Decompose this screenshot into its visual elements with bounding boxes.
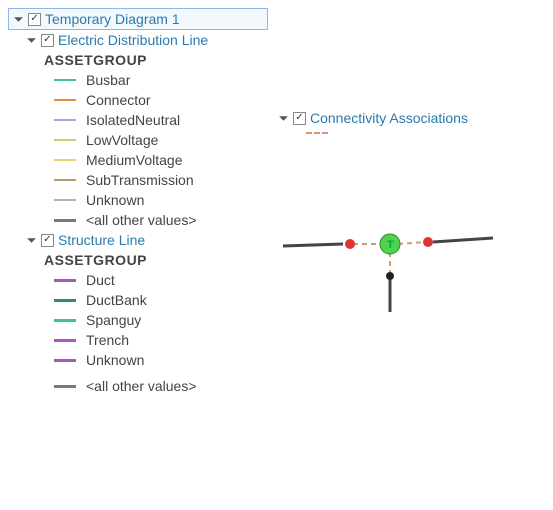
legend-label: Unknown	[86, 352, 144, 368]
legend-item[interactable]: IsolatedNeutral	[44, 110, 268, 130]
line-swatch	[54, 339, 76, 342]
line-swatch	[54, 179, 76, 181]
layer-label: Electric Distribution Line	[58, 32, 208, 48]
legend-item[interactable]: MediumVoltage	[44, 150, 268, 170]
legend-item[interactable]: LowVoltage	[44, 130, 268, 150]
legend-label: IsolatedNeutral	[86, 112, 180, 128]
layer-label: Structure Line	[58, 232, 145, 248]
tree-root-label: Temporary Diagram 1	[45, 11, 180, 27]
legend-item[interactable]: Busbar	[44, 70, 268, 90]
legend-label: Connector	[86, 92, 151, 108]
group-heading: ASSETGROUP	[44, 252, 147, 268]
legend-label: Spanguy	[86, 312, 141, 328]
group-heading: ASSETGROUP	[44, 52, 147, 68]
tree-root[interactable]: ✓ Temporary Diagram 1	[8, 8, 268, 30]
expand-icon[interactable]	[26, 235, 37, 246]
legend-item[interactable]: Duct	[44, 270, 268, 290]
checkbox[interactable]: ✓	[41, 234, 54, 247]
expand-icon[interactable]	[13, 14, 24, 25]
line-swatch	[54, 199, 76, 201]
legend-item-other[interactable]: <all other values>	[44, 210, 268, 230]
line-swatch	[54, 279, 76, 282]
legend-label: LowVoltage	[86, 132, 158, 148]
legend-sl: Duct DuctBank Spanguy Trench Unknown <al…	[8, 270, 268, 396]
legend-item[interactable]: Trench	[44, 330, 268, 350]
node-letter: T	[387, 239, 394, 251]
legend-item-other[interactable]: <all other values>	[44, 376, 268, 396]
line-swatch	[54, 119, 76, 121]
layer-structure-line[interactable]: ✓ Structure Line	[8, 230, 268, 250]
line-swatch	[54, 299, 76, 302]
legend-label: Unknown	[86, 192, 144, 208]
legend-label: SubTransmission	[86, 172, 194, 188]
line-swatch	[54, 359, 76, 362]
line-swatch	[54, 219, 76, 222]
legend-item[interactable]: Connector	[44, 90, 268, 110]
layer-tree: ✓ Temporary Diagram 1 ✓ Electric Distrib…	[8, 8, 268, 396]
legend-label: Duct	[86, 272, 115, 288]
legend-label: Trench	[86, 332, 129, 348]
legend-item[interactable]: DuctBank	[44, 290, 268, 310]
associations-panel: ✓ Connectivity Associations T	[278, 8, 545, 317]
expand-icon[interactable]	[278, 113, 289, 124]
legend-item[interactable]: Unknown	[44, 350, 268, 370]
legend-label: Busbar	[86, 72, 130, 88]
legend-item[interactable]: Unknown	[44, 190, 268, 210]
dashed-line-swatch	[306, 132, 328, 134]
checkbox[interactable]: ✓	[293, 112, 306, 125]
line-swatch	[54, 385, 76, 388]
legend-item[interactable]: SubTransmission	[44, 170, 268, 190]
line-swatch	[54, 139, 76, 141]
line-swatch	[54, 79, 76, 81]
legend-label: <all other values>	[86, 378, 197, 394]
layer-label: Connectivity Associations	[310, 110, 468, 126]
legend-label: MediumVoltage	[86, 152, 183, 168]
layer-electric-distribution-line[interactable]: ✓ Electric Distribution Line	[8, 30, 268, 50]
legend-item[interactable]: Spanguy	[44, 310, 268, 330]
expand-icon[interactable]	[26, 35, 37, 46]
legend-label: DuctBank	[86, 292, 147, 308]
legend-label: <all other values>	[86, 212, 197, 228]
layer-connectivity-associations[interactable]: ✓ Connectivity Associations	[278, 108, 545, 128]
line-swatch	[54, 319, 76, 322]
line-swatch	[54, 159, 76, 161]
legend-edl: Busbar Connector IsolatedNeutral LowVolt…	[8, 70, 268, 230]
network-preview: T	[278, 204, 498, 314]
checkbox[interactable]: ✓	[41, 34, 54, 47]
line-swatch	[54, 99, 76, 101]
checkbox[interactable]: ✓	[28, 13, 41, 26]
